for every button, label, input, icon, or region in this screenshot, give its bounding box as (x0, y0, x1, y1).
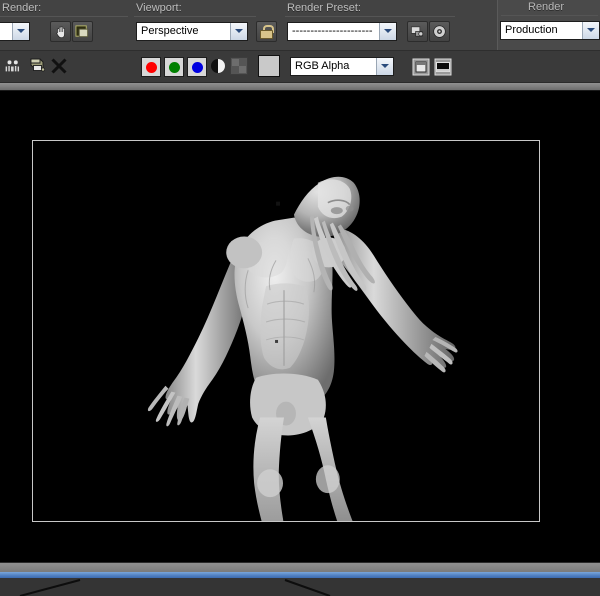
pick-area-button[interactable] (3, 55, 25, 77)
render-group-label: Render: (2, 2, 41, 14)
lock-viewport-button[interactable] (256, 21, 277, 42)
viewport-value: Perspective (137, 25, 230, 38)
render-preset-group-label: Render Preset: (287, 2, 361, 14)
render-mode-combo[interactable]: Production (500, 21, 600, 40)
viewport-group-label: Viewport: (136, 2, 182, 14)
close-x-icon (50, 57, 68, 75)
green-dot-icon (169, 62, 180, 73)
bottom-gray-strip (0, 562, 600, 572)
pan-hand-button[interactable] (50, 21, 71, 42)
render-setup-button[interactable] (429, 21, 450, 42)
chevron-down-icon[interactable] (230, 23, 247, 40)
toggle-strip-button[interactable] (432, 56, 453, 77)
chevron-down-icon[interactable] (376, 58, 393, 75)
render-preset-value: ---------------------- (288, 25, 379, 38)
channel-combo[interactable]: RGB Alpha (290, 57, 394, 76)
monochrome-button[interactable] (208, 56, 228, 76)
pick-people-icon (5, 58, 23, 74)
viewport-grid-lines-icon (0, 578, 600, 596)
alpha-channel-button[interactable] (230, 57, 248, 75)
render-group-divider (0, 16, 128, 17)
viewport-peek-strip (0, 578, 600, 596)
blue-dot-icon (192, 62, 203, 73)
rendered-creature-image (33, 141, 539, 521)
top-toolbar: Render: Viewport: Render Preset: Render (0, 0, 600, 50)
render-canvas[interactable] (0, 91, 600, 562)
chevron-down-icon[interactable] (379, 23, 396, 40)
clear-button[interactable] (48, 55, 70, 77)
print-button[interactable] (26, 54, 48, 76)
gear-icon (432, 24, 447, 39)
lock-icon (260, 25, 273, 39)
render-target-combo[interactable] (0, 22, 30, 41)
red-dot-icon (146, 62, 157, 73)
render-mode-divider (501, 15, 598, 16)
toolbar-separator (0, 82, 600, 91)
render-image-frame[interactable] (32, 140, 540, 522)
channel-value: RGB Alpha (291, 60, 376, 73)
image-strip-icon (434, 58, 452, 76)
viewport-group-divider (134, 16, 256, 17)
preset-file-button[interactable] (407, 21, 428, 42)
hand-icon (54, 25, 68, 39)
render-mode-value: Production (501, 24, 582, 37)
file-preset-icon (410, 24, 425, 39)
render-frame-window: Render: Viewport: Render Preset: Render (0, 0, 600, 596)
render-preset-group-divider (285, 16, 455, 17)
image-window-icon (412, 58, 430, 76)
chevron-down-icon[interactable] (12, 23, 29, 40)
viewport-combo[interactable]: Perspective (136, 22, 248, 41)
clone-window-icon (75, 24, 90, 39)
chevron-down-icon[interactable] (582, 22, 599, 39)
render-preset-combo[interactable]: ---------------------- (287, 22, 397, 41)
render-mode-label: Render (528, 1, 564, 13)
toggle-ui-button[interactable] (410, 56, 431, 77)
half-circle-icon (210, 58, 226, 74)
blue-channel-button[interactable] (187, 57, 207, 77)
clone-rendered-frame-button[interactable] (72, 21, 93, 42)
checker-icon (232, 59, 246, 73)
printer-icon (27, 56, 47, 74)
green-channel-button[interactable] (164, 57, 184, 77)
background-color-swatch[interactable] (258, 55, 280, 77)
red-channel-button[interactable] (141, 57, 161, 77)
